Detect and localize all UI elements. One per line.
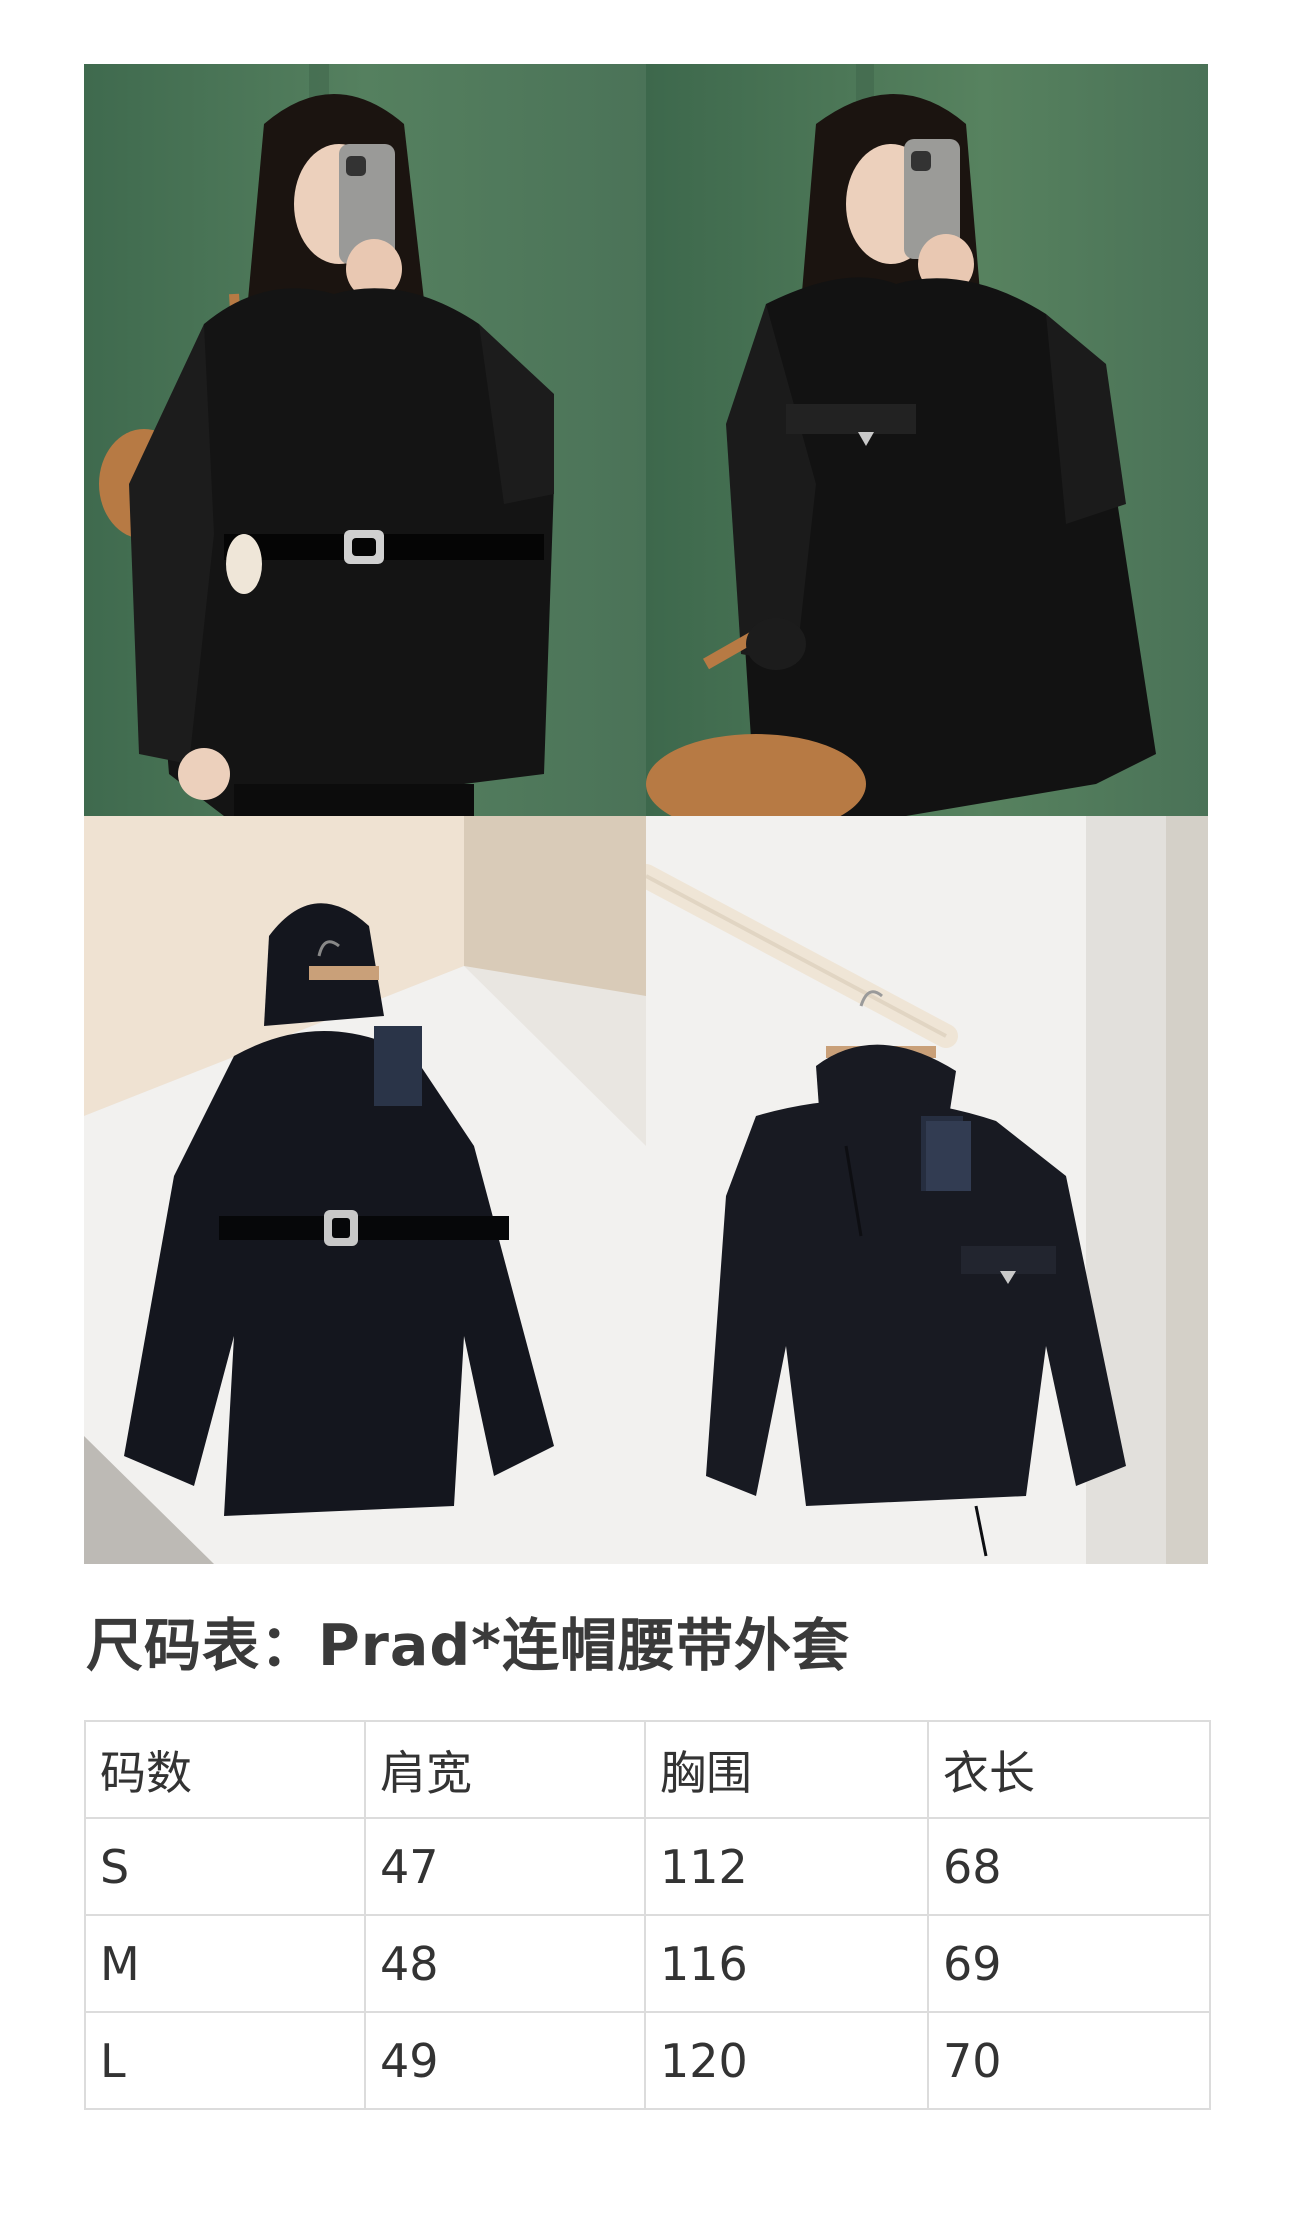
table-row: S 47 112 68 xyxy=(84,1817,1211,1916)
table-cell: 112 xyxy=(644,1817,929,1916)
table-cell: 70 xyxy=(927,2011,1211,2110)
product-photo-grid xyxy=(84,64,1208,1564)
table-cell: 49 xyxy=(364,2011,646,2110)
size-chart-title: 尺码表：Prad*连帽腰带外套 xyxy=(86,1613,850,1679)
photo-model-belted xyxy=(84,64,646,816)
table-cell: L xyxy=(84,2011,366,2110)
hanger-belted-image xyxy=(84,816,646,1564)
table-header-row: 码数 肩宽 胸围 衣长 xyxy=(84,1720,1211,1819)
table-cell: 116 xyxy=(644,1914,929,2013)
table-cell: M xyxy=(84,1914,366,2013)
table-cell: 120 xyxy=(644,2011,929,2110)
table-cell: 47 xyxy=(364,1817,646,1916)
header-length: 衣长 xyxy=(927,1720,1211,1819)
table-cell: S xyxy=(84,1817,366,1916)
model-open-image xyxy=(646,64,1208,816)
table-cell: 68 xyxy=(927,1817,1211,1916)
table-cell: 69 xyxy=(927,1914,1211,2013)
photo-hanger-belted xyxy=(84,816,646,1564)
photo-hanger-hooded xyxy=(646,816,1208,1564)
model-belted-image xyxy=(84,64,646,816)
header-size: 码数 xyxy=(84,1720,366,1819)
table-cell: 48 xyxy=(364,1914,646,2013)
photo-model-open xyxy=(646,64,1208,816)
size-table: 码数 肩宽 胸围 衣长 S 47 112 68 M 48 116 69 L 49… xyxy=(84,1720,1211,2110)
header-shoulder-width: 肩宽 xyxy=(364,1720,646,1819)
table-row: M 48 116 69 xyxy=(84,1914,1211,2013)
table-row: L 49 120 70 xyxy=(84,2011,1211,2110)
header-chest: 胸围 xyxy=(644,1720,929,1819)
hanger-hooded-image xyxy=(646,816,1208,1564)
